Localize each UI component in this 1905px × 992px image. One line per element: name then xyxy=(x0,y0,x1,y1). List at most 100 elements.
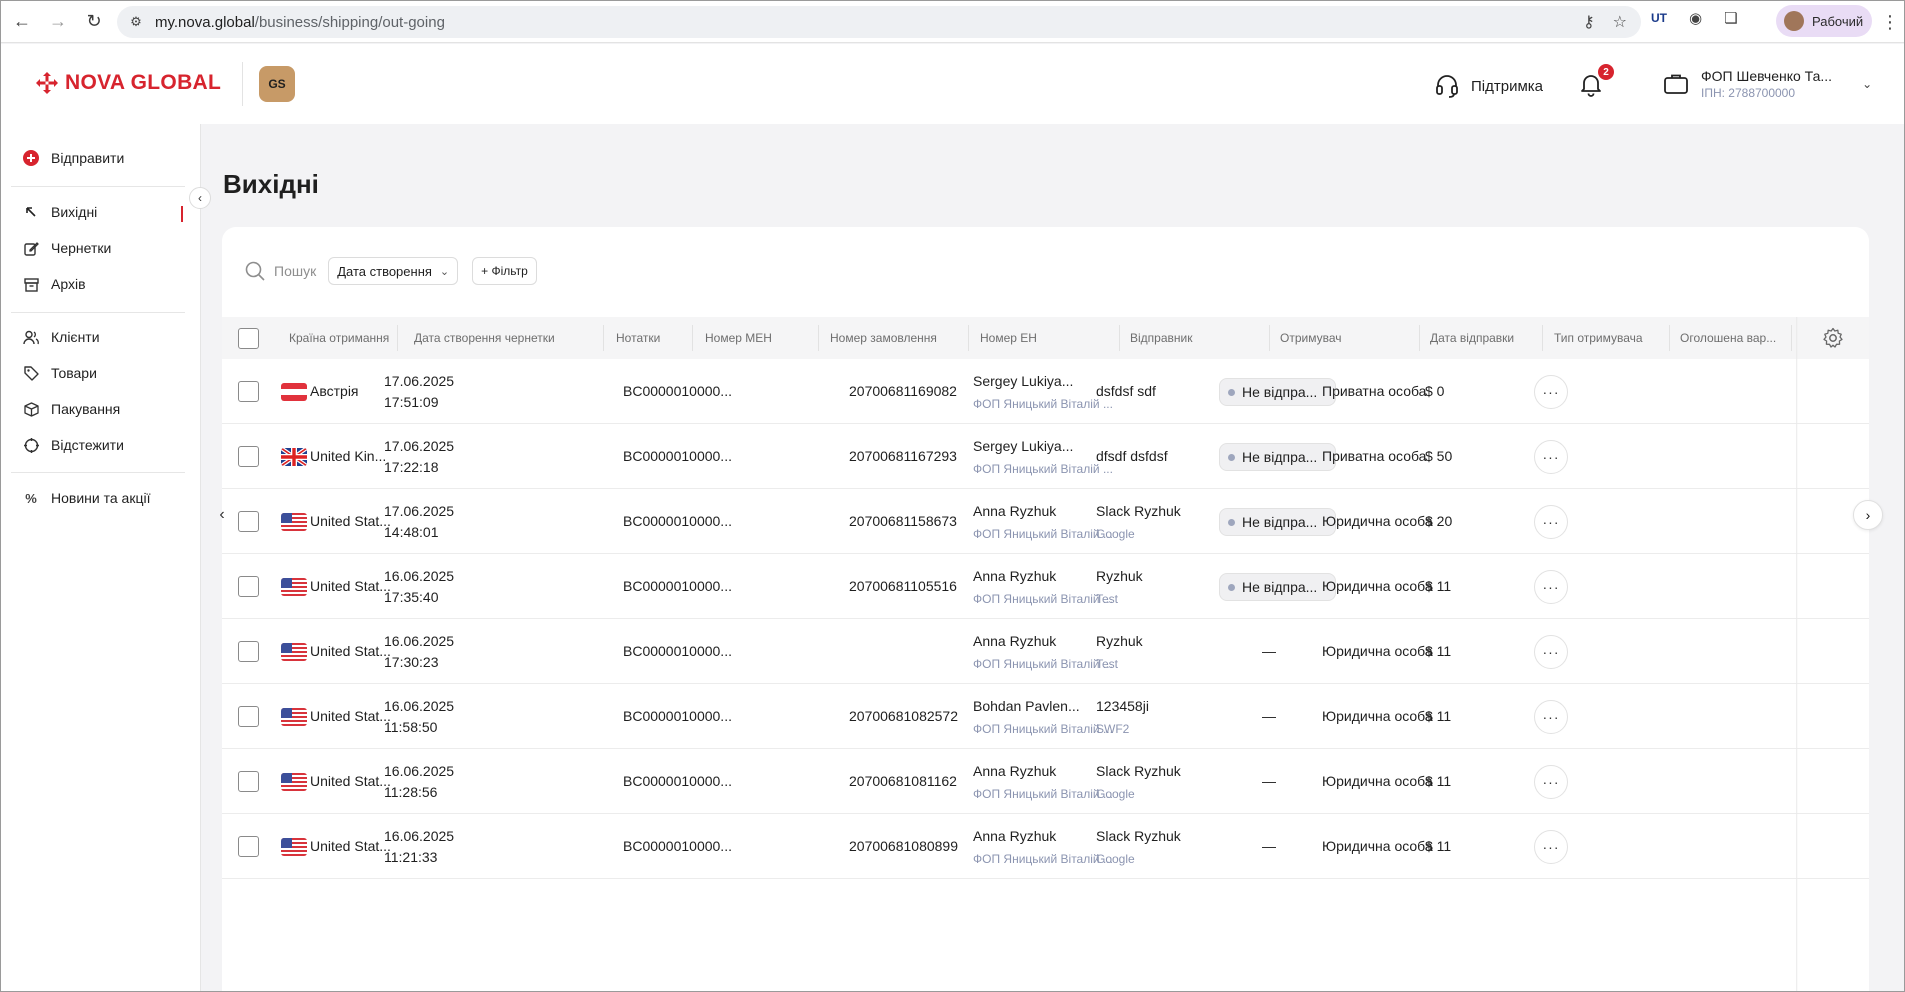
sender-name: Anna Ryzhuk xyxy=(973,568,1057,584)
column-header[interactable]: Номер MEH xyxy=(705,317,795,359)
browser-menu-icon[interactable]: ⋮ xyxy=(1881,12,1899,33)
row-actions-button[interactable]: ··· xyxy=(1534,440,1568,474)
row-actions-button[interactable]: ··· xyxy=(1534,570,1568,604)
select-all-checkbox[interactable] xyxy=(238,327,259,349)
flag-us-icon xyxy=(281,838,307,856)
reload-icon[interactable]: ↻ xyxy=(79,7,109,37)
table-row[interactable]: United Kin... 17.06.2025 17:22:18 BC0000010… xyxy=(222,424,1869,489)
column-header[interactable]: Тип отримувача xyxy=(1554,317,1654,359)
created-time: 11:21:33 xyxy=(384,849,438,865)
extension-ut-icon[interactable]: UT xyxy=(1651,11,1667,25)
column-header[interactable]: Дата відправки xyxy=(1430,317,1530,359)
row-actions-button[interactable]: ··· xyxy=(1534,765,1568,799)
table-row[interactable]: United Stat... 16.06.2025 17:35:40 BC000001… xyxy=(222,554,1869,619)
camera-icon[interactable]: ◉ xyxy=(1689,9,1702,27)
sender-name: Anna Ryzhuk xyxy=(973,763,1057,779)
table-row[interactable]: United Stat... 16.06.2025 17:30:23 BC000001… xyxy=(222,619,1869,684)
row-actions-button[interactable]: ··· xyxy=(1534,375,1568,409)
created-time: 17:51:09 xyxy=(384,394,439,410)
back-icon[interactable]: ← xyxy=(7,7,37,37)
forward-icon[interactable]: → xyxy=(43,7,73,37)
sidebar-item-packaging[interactable]: Пакування xyxy=(23,401,120,417)
profile-button[interactable]: Рабочий xyxy=(1776,5,1872,37)
table-row[interactable]: United Stat... 17.06.2025 14:48:01 BC000001… xyxy=(222,489,1869,554)
key-icon[interactable]: ⚷ xyxy=(1583,12,1595,32)
row-actions-button[interactable]: ··· xyxy=(1534,830,1568,864)
en-number[interactable]: 20700681080899 xyxy=(849,838,958,854)
sidebar-item-goods[interactable]: Товари xyxy=(23,365,97,381)
sender-company: ФОП Яницький Віталій ... xyxy=(973,592,1113,606)
gs-badge[interactable]: GS xyxy=(259,66,295,102)
row-actions-button[interactable]: ··· xyxy=(1534,635,1568,669)
en-number[interactable]: 20700681082572 xyxy=(849,708,958,724)
star-icon[interactable]: ☆ xyxy=(1613,12,1627,32)
row-checkbox[interactable] xyxy=(238,576,259,597)
column-divider xyxy=(1669,325,1670,351)
column-header[interactable]: Отримувач xyxy=(1280,317,1380,359)
en-number[interactable]: 20700681105516 xyxy=(849,578,957,594)
row-checkbox[interactable] xyxy=(238,446,259,467)
scroll-right-button[interactable]: › xyxy=(1853,500,1883,530)
recipient-name: 123458ji xyxy=(1096,698,1149,714)
table-row[interactable]: Австрія 17.06.2025 17:51:09 BC0000010000...… xyxy=(222,359,1869,424)
url-text: my.nova.global/business/shipping/out-goi… xyxy=(155,14,445,31)
sidebar-item-news[interactable]: % Новини та акції xyxy=(23,490,150,506)
sidebar-item-archive[interactable]: Архів xyxy=(23,276,86,292)
sidebar-item-clients[interactable]: Клієнти xyxy=(23,329,100,345)
column-header[interactable]: Відправник xyxy=(1130,317,1230,359)
url-host: my.nova.global xyxy=(155,13,255,31)
collapse-sidebar-button[interactable]: ‹ xyxy=(189,187,211,209)
created-time: 14:48:01 xyxy=(384,524,439,540)
account-menu[interactable]: ФОП Шевченко Та... ІПН: 2788700000 ⌄ xyxy=(1663,68,1872,100)
search-input[interactable]: Пошук xyxy=(274,263,316,279)
table-row[interactable]: United Stat... 16.06.2025 11:58:50 BC000001… xyxy=(222,684,1869,749)
sidebar-item-drafts[interactable]: Чернетки xyxy=(23,240,111,256)
row-checkbox[interactable] xyxy=(238,381,259,402)
row-checkbox[interactable] xyxy=(238,706,259,727)
row-actions-button[interactable]: ··· xyxy=(1534,700,1568,734)
row-checkbox[interactable] xyxy=(238,641,259,662)
date-filter-select[interactable]: Дата створення ⌄ xyxy=(328,257,459,285)
en-number[interactable]: 20700681167293 xyxy=(849,448,957,464)
account-name: ФОП Шевченко Та... xyxy=(1701,68,1833,84)
support-link[interactable]: Підтримка xyxy=(1433,72,1543,100)
table-row[interactable]: United Stat... 16.06.2025 11:28:56 BC000001… xyxy=(222,749,1869,814)
en-number[interactable]: 20700681158673 xyxy=(849,513,957,529)
flag-us-icon xyxy=(281,708,307,726)
search-icon[interactable] xyxy=(244,260,266,282)
site-settings-icon[interactable]: ⚙ xyxy=(127,13,145,31)
send-button[interactable]: Відправити xyxy=(23,150,124,166)
address-bar[interactable]: ⚙ my.nova.global/business/shipping/out-g… xyxy=(117,6,1641,38)
en-number[interactable]: 20700681081162 xyxy=(849,773,957,789)
row-checkbox[interactable] xyxy=(238,511,259,532)
meh-number: BC0000010000... xyxy=(623,838,732,854)
nova-logo-icon xyxy=(36,72,58,94)
row-checkbox[interactable] xyxy=(238,836,259,857)
sidebar-item-tracking[interactable]: Відстежити xyxy=(23,437,124,453)
column-header[interactable]: Країна отримання xyxy=(289,317,401,359)
column-header[interactable]: Нотатки xyxy=(616,317,686,359)
status-badge: Не відпра... xyxy=(1219,573,1336,601)
sidebar-item-outgoing[interactable]: Вихідні xyxy=(23,204,97,220)
chevron-down-icon[interactable]: ⌄ xyxy=(1862,77,1872,91)
column-header[interactable]: Оголошена вар... xyxy=(1680,317,1786,359)
country-cell: United Stat... xyxy=(310,708,391,724)
en-number[interactable]: 20700681169082 xyxy=(849,383,957,399)
add-filter-button[interactable]: + Фільтр xyxy=(472,257,537,285)
column-header[interactable]: Номер ЕН xyxy=(980,317,1080,359)
meh-number: BC0000010000... xyxy=(623,448,732,464)
status-label: Не відпра... xyxy=(1242,579,1318,595)
declared-value: $ 11 xyxy=(1425,708,1452,724)
scroll-left-button[interactable]: ‹ xyxy=(211,502,233,528)
puzzle-icon[interactable]: ❏ xyxy=(1724,9,1737,27)
flag-us-icon xyxy=(281,578,307,596)
recipient-type: Юридична особа xyxy=(1322,513,1433,529)
empty-status: — xyxy=(1262,773,1276,789)
table-row[interactable]: United Stat... 16.06.2025 11:21:33 BC000001… xyxy=(222,814,1869,879)
gear-icon[interactable] xyxy=(1822,327,1844,349)
logo[interactable]: NOVA GLOBAL xyxy=(35,71,221,95)
column-header[interactable]: Номер замовлення xyxy=(830,317,945,359)
row-actions-button[interactable]: ··· xyxy=(1534,505,1568,539)
row-checkbox[interactable] xyxy=(238,771,259,792)
column-header[interactable]: Дата створення чернетки xyxy=(414,317,574,359)
